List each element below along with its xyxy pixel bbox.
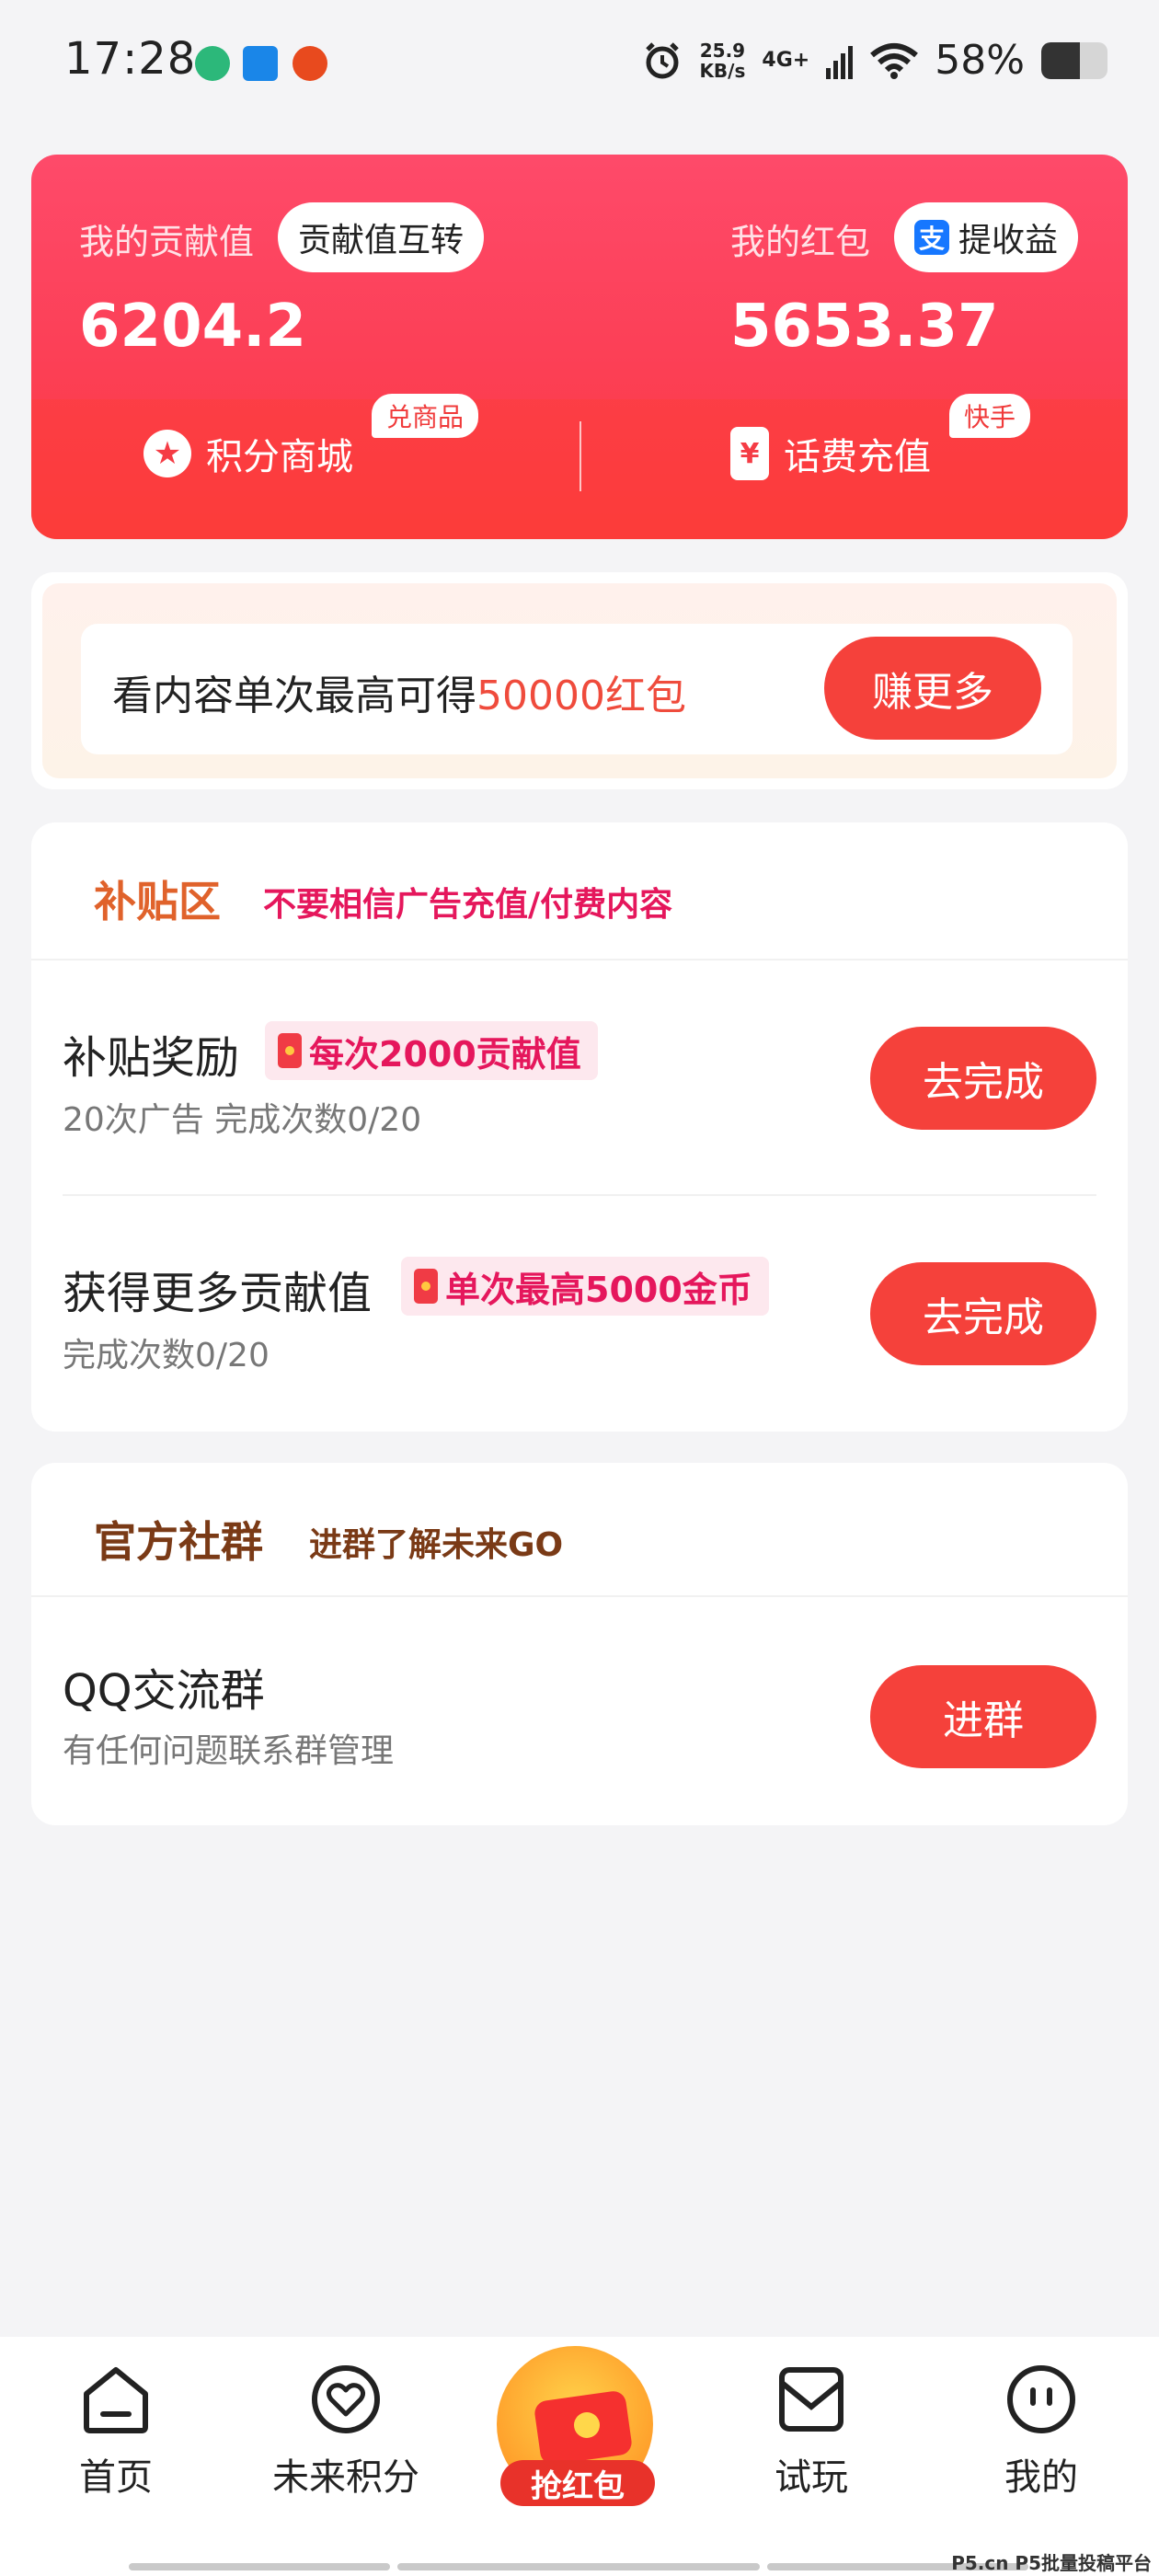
- watermark-text: P5.cn P5批量投稿平台: [951, 2552, 1152, 2574]
- transfer-button-label: 贡献值互转: [298, 222, 465, 259]
- task-progress: 20次广告 完成次数0/20: [63, 1101, 422, 1139]
- app-notification-icon-red: [293, 46, 327, 81]
- task-reward-text: 单次最高5000金币: [445, 1269, 752, 1310]
- hero-divider: [580, 421, 581, 491]
- promo-card: 看内容单次最高可得50000红包 赚更多: [81, 624, 1073, 754]
- heart-points-icon: [312, 2365, 380, 2433]
- net-speed-unit: KB/s: [699, 59, 746, 82]
- promo-text-highlight: 50000红包: [476, 673, 686, 719]
- promo-text: 看内容单次最高可得50000红包: [112, 662, 686, 721]
- coin-icon: [574, 2412, 600, 2438]
- grab-label: 抢红包: [500, 2460, 655, 2506]
- join-group-label: 进群: [943, 1697, 1024, 1744]
- task-title: 获得更多贡献值: [63, 1268, 373, 1319]
- battery-icon: [1041, 41, 1107, 79]
- trial-envelope-icon: [779, 2367, 843, 2432]
- complete-task-label: 去完成: [923, 1059, 1044, 1106]
- tab-points-label: 未来积分: [272, 2456, 419, 2499]
- contribution-value: 6204.2: [79, 293, 306, 361]
- phone-recharge-link[interactable]: ¥ 话费充值: [730, 427, 931, 480]
- net-speed: 25.9 KB/s: [699, 40, 745, 81]
- wifi-icon: [870, 42, 919, 79]
- transfer-button[interactable]: 贡献值互转: [278, 202, 485, 272]
- join-group-button[interactable]: 进群: [870, 1665, 1096, 1768]
- points-mall-link[interactable]: ★ 积分商城: [143, 427, 353, 480]
- profile-face-icon: [1007, 2365, 1075, 2433]
- earn-more-label: 赚更多: [872, 669, 993, 716]
- promo-banner: 看内容单次最高可得50000红包 赚更多: [31, 572, 1128, 789]
- redpacket-value: 5653.37: [730, 293, 999, 361]
- status-time: 17:28: [64, 33, 197, 85]
- withdraw-button[interactable]: 支 提收益: [894, 202, 1079, 272]
- recharge-tag: 快手: [949, 394, 1031, 438]
- red-packet-icon: [278, 1033, 302, 1068]
- tab-mine-label: 我的: [1004, 2456, 1078, 2499]
- qq-group-desc: 有任何问题联系群管理: [63, 1732, 395, 1770]
- tab-home[interactable]: 首页: [24, 2363, 208, 2501]
- status-bar: 17:28 25.9 KB/s 4G+ 58%: [0, 0, 1159, 120]
- app-notification-icon-green: [195, 46, 230, 81]
- task-reward-text: 每次2000贡献值: [309, 1033, 581, 1075]
- alipay-icon: 支: [914, 220, 949, 255]
- tab-trial[interactable]: 试玩: [719, 2363, 903, 2501]
- points-mall-label: 积分商城: [206, 436, 353, 478]
- community-header: 官方社群 进群了解未来GO: [31, 1463, 1128, 1597]
- subsidy-subtitle: 不要相信广告充值/付费内容: [263, 886, 673, 924]
- net-speed-value: 25.9: [699, 39, 746, 62]
- app-notification-icon-blue: [243, 46, 278, 81]
- task-reward-badge: 每次2000贡献值: [265, 1021, 598, 1080]
- redpacket-label: 我的红包: [730, 222, 871, 262]
- alarm-icon: [646, 41, 680, 78]
- subsidy-header: 补贴区 不要相信广告充值/付费内容: [31, 822, 1128, 960]
- tab-mine[interactable]: 我的: [949, 2363, 1133, 2501]
- qq-group-title: QQ交流群: [63, 1665, 265, 1717]
- grab-red-packet-button[interactable]: 抢红包: [497, 2346, 662, 2512]
- subsidy-title: 补贴区: [94, 877, 221, 926]
- tab-trial-label: 试玩: [775, 2456, 848, 2499]
- signal-icon: [826, 45, 854, 79]
- battery-percent: 58%: [935, 37, 1025, 84]
- complete-task-button[interactable]: 去完成: [870, 1262, 1096, 1365]
- phone-recharge-icon: ¥: [730, 427, 769, 480]
- task-progress: 完成次数0/20: [63, 1337, 270, 1374]
- promo-banner-bg: 看内容单次最高可得50000红包 赚更多: [42, 583, 1117, 778]
- red-packet-icon: [414, 1269, 438, 1304]
- withdraw-button-label: 提收益: [958, 222, 1059, 259]
- task-title: 补贴奖励: [63, 1032, 240, 1084]
- home-indicator-left: [129, 2563, 390, 2570]
- contribution-label: 我的贡献值: [79, 222, 255, 262]
- complete-task-button[interactable]: 去完成: [870, 1027, 1096, 1130]
- home-icon: [84, 2367, 148, 2433]
- subsidy-section: 补贴区 不要相信广告充值/付费内容 补贴奖励 每次2000贡献值 20次广告 完…: [31, 822, 1128, 1432]
- phone-recharge-label: 话费充值: [784, 436, 931, 478]
- home-indicator-center: [397, 2563, 760, 2570]
- network-type: 4G+: [762, 49, 810, 72]
- balance-card: 我的贡献值 贡献值互转 6204.2 我的红包 支 提收益 5653.37 ★ …: [31, 155, 1128, 539]
- row-divider: [63, 1194, 1096, 1196]
- complete-task-label: 去完成: [923, 1294, 1044, 1341]
- task-reward-badge: 单次最高5000金币: [401, 1257, 769, 1316]
- promo-text-prefix: 看内容单次最高可得: [112, 673, 476, 719]
- community-section: 官方社群 进群了解未来GO QQ交流群 有任何问题联系群管理 进群: [31, 1463, 1128, 1825]
- tab-points[interactable]: 未来积分: [254, 2363, 438, 2501]
- earn-more-button[interactable]: 赚更多: [824, 637, 1041, 740]
- star-icon: ★: [143, 430, 191, 477]
- community-subtitle: 进群了解未来GO: [309, 1526, 564, 1564]
- tab-home-label: 首页: [79, 2456, 153, 2499]
- mall-tag: 兑商品: [372, 394, 479, 438]
- community-title: 官方社群: [94, 1517, 263, 1567]
